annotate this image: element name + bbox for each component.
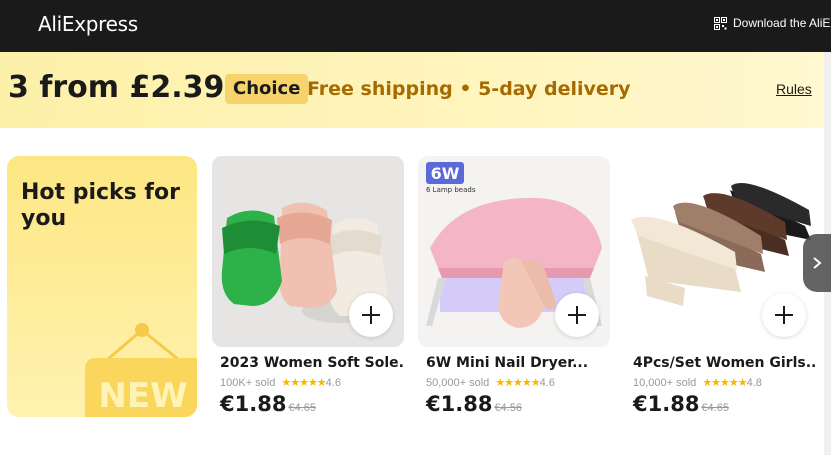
- chevron-right-icon: [813, 257, 822, 269]
- sale-price: €1.88: [426, 392, 493, 416]
- new-sign-illustration: NEW: [85, 323, 197, 417]
- plus-icon: [362, 306, 380, 324]
- add-to-cart-button[interactable]: [762, 293, 806, 337]
- aliexpress-logo[interactable]: AliExpress: [38, 12, 138, 36]
- price-block: €1.88 €4.65: [633, 392, 729, 416]
- original-price: €4.56: [494, 402, 522, 414]
- rating-value: 4.6: [539, 377, 555, 389]
- sold-count: 10,000+ sold: [633, 376, 697, 389]
- nail-dryer-image[interactable]: 6W 6 Lamp beads: [418, 156, 610, 347]
- product-meta: 10,000+ sold ★★★★★4.8: [633, 376, 762, 390]
- rating-value: 4.6: [325, 377, 341, 389]
- product-title[interactable]: 6W Mini Nail Dryer...: [426, 355, 610, 371]
- banner-tagline: Free shipping • 5-day delivery: [307, 78, 631, 100]
- add-to-cart-button[interactable]: [349, 293, 393, 337]
- sold-count: 50,000+ sold: [426, 376, 490, 389]
- rating-value: 4.8: [746, 377, 762, 389]
- star-rating-icon: ★★★★★: [495, 377, 540, 389]
- image-badge: 6W: [431, 164, 460, 183]
- sale-price: €1.88: [220, 392, 287, 416]
- sale-price: €1.88: [633, 392, 700, 416]
- product-title[interactable]: 2023 Women Soft Sole...: [220, 355, 404, 371]
- product-meta: 50,000+ sold ★★★★★4.6: [426, 376, 555, 390]
- sold-count: 100K+ sold: [220, 376, 276, 389]
- product-meta: 100K+ sold ★★★★★4.6: [220, 376, 341, 390]
- star-rating-icon: ★★★★★: [702, 377, 747, 389]
- add-to-cart-button[interactable]: [555, 293, 599, 337]
- choice-banner: 3 from £2.39 Choice Free shipping • 5-da…: [0, 52, 831, 128]
- banner-headline: 3 from £2.39: [8, 70, 225, 105]
- hair-claws-image[interactable]: [625, 156, 817, 347]
- original-price: €4.65: [288, 402, 316, 414]
- slippers-image[interactable]: [212, 156, 404, 347]
- download-app-link[interactable]: Download the AliEx: [714, 16, 831, 30]
- top-bar: AliExpress Download the AliEx: [0, 0, 831, 52]
- choice-badge: Choice: [225, 74, 309, 104]
- download-label: Download the AliEx: [733, 16, 831, 30]
- image-caption: 6 Lamp beads: [426, 186, 476, 194]
- price-block: €1.88 €4.65: [220, 392, 316, 416]
- hot-picks-title: Hot picks for you: [21, 180, 180, 231]
- plus-icon: [568, 306, 586, 324]
- product-title[interactable]: 4Pcs/Set Women Girls...: [633, 355, 817, 371]
- rules-link[interactable]: Rules: [776, 81, 812, 97]
- qr-code-icon: [714, 16, 727, 30]
- price-block: €1.88 €4.56: [426, 392, 522, 416]
- carousel-next-button[interactable]: [803, 234, 831, 292]
- original-price: €4.65: [701, 402, 729, 414]
- new-sign-text: NEW: [98, 376, 187, 416]
- hot-picks-card[interactable]: Hot picks for you NEW: [7, 156, 197, 417]
- star-rating-icon: ★★★★★: [281, 377, 326, 389]
- plus-icon: [775, 306, 793, 324]
